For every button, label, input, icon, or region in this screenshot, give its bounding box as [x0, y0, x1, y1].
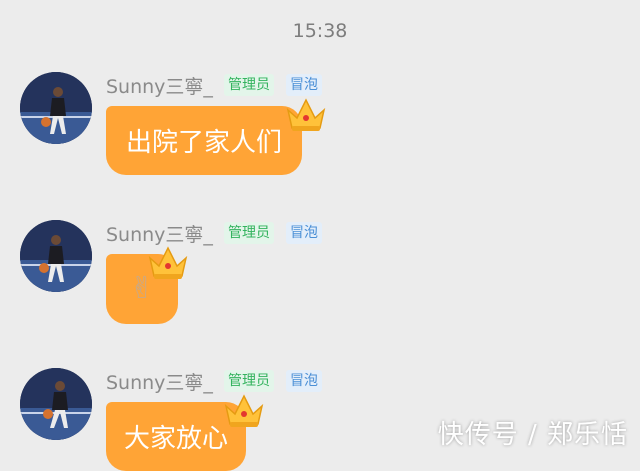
admin-badge: 管理员 [224, 74, 274, 96]
bubble-badge: 冒泡 [286, 370, 322, 392]
watermark: 快传号 / 郑乐恬 [437, 420, 628, 450]
avatar[interactable] [20, 72, 92, 144]
avatar[interactable] [20, 220, 92, 292]
nickname: Sunny三寧_ [106, 224, 213, 246]
bubble-badge: 冒泡 [286, 222, 322, 244]
admin-badge: 管理员 [224, 222, 274, 244]
message-text: 大家放心 [124, 424, 229, 454]
message-text: 出院了家人们 [126, 128, 283, 158]
basketball-player-avatar-icon [20, 72, 92, 144]
basketball-player-avatar-icon [20, 368, 92, 440]
nickname: Sunny三寧_ [106, 76, 213, 98]
admin-badge: 管理员 [224, 370, 274, 392]
bubble-badge: 冒泡 [286, 74, 322, 96]
message-bubble[interactable]: 出院了家人们 [106, 106, 303, 175]
timestamp: 15:38 [292, 20, 348, 42]
crown-icon [224, 394, 264, 427]
avatar[interactable] [20, 368, 92, 440]
nickname: Sunny三寧_ [106, 372, 213, 394]
crown-icon [286, 98, 326, 131]
crown-icon [148, 246, 188, 279]
basketball-player-avatar-icon [20, 220, 92, 292]
